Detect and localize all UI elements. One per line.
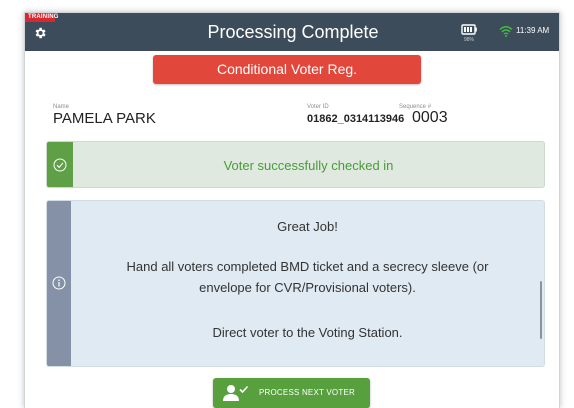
voter-id: 01862_0314113946 <box>307 113 405 125</box>
voter-id-label: Voter ID <box>307 104 329 110</box>
voter-name: PAMELA PARK <box>53 110 156 127</box>
app-window: TRAINING Processing Complete 98% 11:39 A… <box>24 12 560 408</box>
header-bar: TRAINING Processing Complete 98% 11:39 A… <box>25 13 559 51</box>
message-direction: Direct voter to the Voting Station. <box>212 325 403 340</box>
info-circle-icon <box>52 276 66 290</box>
clock: 11:39 AM <box>516 26 550 35</box>
person-check-icon <box>223 385 249 401</box>
instructions-panel: Great Job! Hand all voters completed BMD… <box>46 200 545 367</box>
battery-level: 98% <box>463 37 474 43</box>
instructions-body: Great Job! Hand all voters completed BMD… <box>71 201 544 366</box>
voter-status-badge: Conditional Voter Reg. <box>153 55 421 84</box>
info-sidebar <box>47 201 71 366</box>
wifi-icon <box>499 26 513 37</box>
success-message: Voter successfully checked in <box>223 158 394 173</box>
message-title: Great Job! <box>277 219 338 234</box>
success-sidebar <box>47 142 73 187</box>
message-instruction-line: Hand all voters completed BMD ticket and… <box>126 259 489 274</box>
check-circle-icon <box>53 158 67 172</box>
process-next-voter-button[interactable]: PROCESS NEXT VOTER <box>213 378 370 408</box>
scrollbar[interactable] <box>540 281 542 339</box>
sequence-number: 0003 <box>412 109 448 126</box>
message-instruction-line: envelope for CVR/Provisional voters). <box>199 280 416 295</box>
process-next-voter-label: PROCESS NEXT VOTER <box>259 388 355 397</box>
success-banner: Voter successfully checked in <box>46 141 545 188</box>
